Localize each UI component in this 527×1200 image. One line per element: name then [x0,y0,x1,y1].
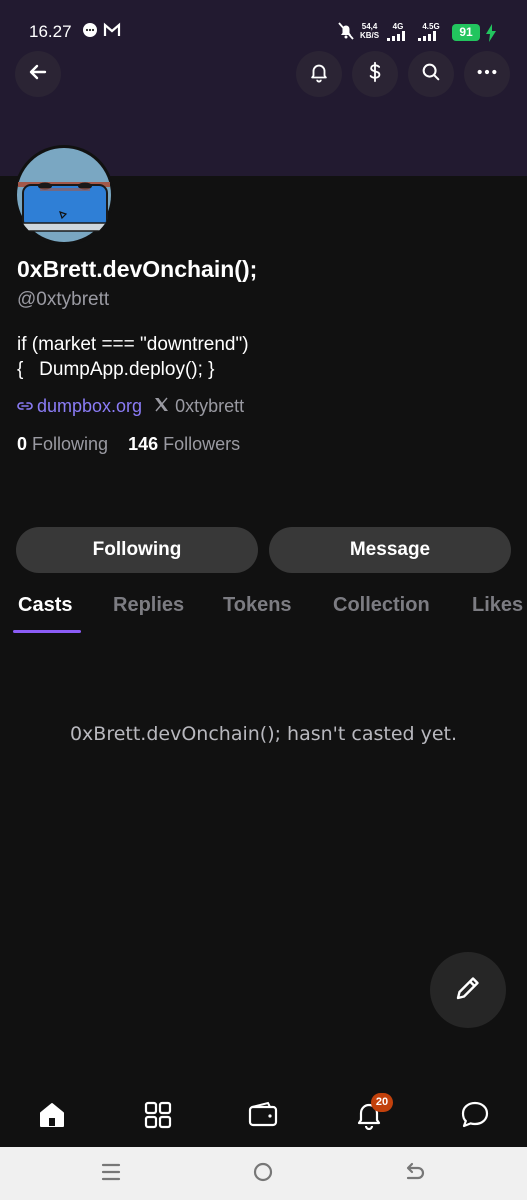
back-button[interactable] [15,51,61,97]
nav-messages[interactable] [458,1100,492,1134]
following-label: Following [32,434,109,454]
more-icon [476,61,498,88]
following-button[interactable]: Following [16,527,258,573]
profile-tabs: Casts Replies Tokens Collection Likes [0,594,527,634]
following-count-link[interactable]: 0 Following [17,434,108,454]
nav-home[interactable] [35,1100,69,1134]
back-system-icon [404,1161,426,1188]
dollar-icon [364,61,386,88]
chat-notification-icon [82,22,98,43]
pencil-icon [452,972,484,1009]
net-speed: 54,4 KB/S [360,22,380,40]
search-icon [420,61,442,88]
tab-collection[interactable]: Collection [333,594,430,617]
status-bar: 16.27 54,4 KB/S 4G 4.5G 91 [0,0,527,48]
followers-count-link[interactable]: 146 Followers [128,434,240,454]
nav-explore[interactable] [141,1100,175,1134]
notifications-button[interactable] [296,51,342,97]
website-label: dumpbox.org [37,396,143,416]
chat-icon [459,1100,491,1135]
wallet-icon [248,1101,278,1134]
x-handle-label: 0xtybrett [175,396,245,416]
message-button[interactable]: Message [269,527,511,573]
battery-indicator: 91 [452,24,480,41]
tab-casts[interactable]: Casts [18,594,72,617]
avatar[interactable] [14,145,114,245]
username-handle: @0xtybrett [17,289,110,310]
profile-links: dumpbox.org 0xtybrett [17,396,244,417]
tab-tokens[interactable]: Tokens [223,594,292,617]
system-navigation-bar [0,1147,527,1200]
home-icon [37,1100,67,1135]
empty-state-message: 0xBrett.devOnchain(); hasn't casted yet. [69,723,458,745]
x-profile-link[interactable]: 0xtybrett [154,396,244,417]
charging-icon [485,24,497,47]
display-name: 0xBrett.devOnchain(); [17,256,258,282]
notification-badge: 20 [371,1093,393,1112]
network-1: 4G [387,22,409,43]
more-button[interactable] [464,51,510,97]
compose-button[interactable] [430,952,506,1028]
following-count: 0 [17,434,28,454]
back-arrow-icon [28,62,48,87]
bottom-navigation [0,1084,527,1148]
menu-icon [100,1162,122,1187]
home-system-button[interactable] [250,1161,276,1187]
active-tab-indicator [13,630,81,633]
profile-bio: if (market === "downtrend") { DumpApp.de… [17,334,249,380]
tab-replies[interactable]: Replies [113,594,184,617]
back-system-button[interactable] [402,1161,428,1187]
x-logo-icon [154,396,169,417]
bell-icon [308,61,330,88]
follow-counts: 0 Following 146 Followers [17,434,240,455]
website-link[interactable]: dumpbox.org [17,396,142,417]
gmail-icon [103,22,121,43]
recent-apps-button[interactable] [98,1161,124,1187]
followers-count: 146 [128,434,159,454]
followers-label: Followers [163,434,241,454]
link-icon [17,396,33,417]
mute-icon [338,22,354,45]
network-2: 4.5G [418,22,444,43]
status-time: 16.27 [29,22,72,41]
tab-likes[interactable]: Likes [472,594,523,617]
circle-icon [252,1161,274,1188]
nav-wallet[interactable] [246,1100,280,1134]
tip-button[interactable] [352,51,398,97]
search-button[interactable] [408,51,454,97]
grid-icon [144,1101,172,1134]
